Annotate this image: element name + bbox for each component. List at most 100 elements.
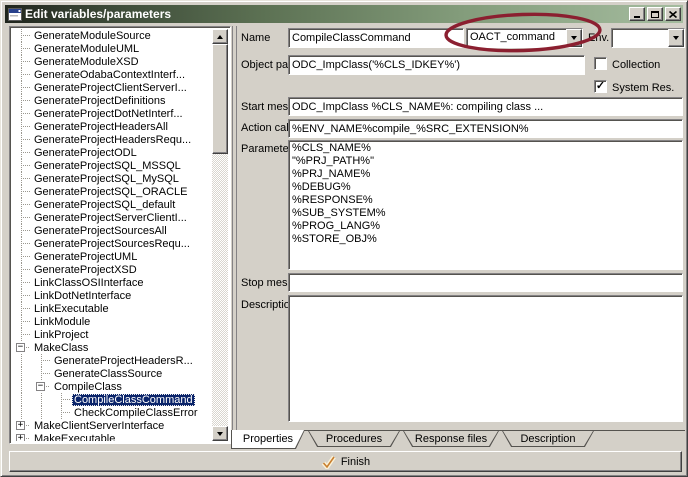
tab-properties[interactable]: Properties: [231, 430, 305, 449]
tree-item[interactable]: LinkExecutable: [12, 302, 212, 315]
description-textarea[interactable]: [288, 295, 683, 422]
tree-item[interactable]: GenerateClassSource: [12, 367, 212, 380]
tree-line: [12, 263, 32, 276]
scrollbar-thumb[interactable]: [212, 44, 228, 154]
name-label: Name: [241, 32, 270, 44]
tree-line: [12, 120, 32, 133]
tree-item-label: MakeExecutable: [32, 433, 117, 442]
tree-item-label: CompileClassCommand: [72, 394, 195, 406]
tree-item-label: GenerateProjectDotNetInterf...: [32, 108, 185, 120]
tree-item-label: MakeClientServerInterface: [32, 420, 166, 432]
tree-item[interactable]: GenerateProjectDotNetInterf...: [12, 107, 212, 120]
tree-line: [12, 406, 32, 419]
tree-line: [32, 406, 52, 419]
tree-line: [12, 302, 32, 315]
collapse-icon[interactable]: −: [16, 343, 25, 352]
tree-item-label: CompileClass: [52, 381, 124, 393]
tree-line: [12, 237, 32, 250]
tree-item[interactable]: GenerateModuleSource: [12, 29, 212, 42]
tree-line: +: [12, 432, 32, 441]
minimize-button[interactable]: [629, 7, 645, 21]
expand-icon[interactable]: +: [16, 434, 25, 441]
arrow-down-icon: [217, 432, 223, 436]
tree-line: [12, 68, 32, 81]
expand-icon[interactable]: +: [16, 421, 25, 430]
tree-scrollbar[interactable]: [212, 29, 228, 441]
tree-item[interactable]: GenerateProjectUML: [12, 250, 212, 263]
dialog-window: Edit variables/parameters GenerateModule…: [0, 0, 688, 477]
tree-line: [12, 367, 32, 380]
chevron-down-icon: [571, 36, 577, 40]
env-combo-value: [612, 29, 668, 47]
tree-item-label: GenerateProjectSQL_MySQL: [32, 173, 181, 185]
chevron-down-icon: [673, 36, 679, 40]
system-res-label: System Res.: [612, 82, 674, 94]
tree-line: [12, 42, 32, 55]
action-call-input[interactable]: [288, 119, 683, 138]
tab-procedures[interactable]: Procedures: [308, 431, 400, 447]
tree-item[interactable]: CompileClassCommand: [12, 393, 212, 406]
env-label: Env.: [588, 32, 609, 44]
tree-item[interactable]: GenerateProjectHeadersR...: [12, 354, 212, 367]
tree-item[interactable]: LinkDotNetInterface: [12, 289, 212, 302]
tree-item[interactable]: LinkProject: [12, 328, 212, 341]
tree-item[interactable]: GenerateProjectHeadersAll: [12, 120, 212, 133]
collection-checkbox[interactable]: [594, 57, 607, 70]
type-combo-dropdown-button[interactable]: [566, 29, 582, 47]
scroll-up-button[interactable]: [212, 29, 228, 44]
tree-item-label: GenerateProjectXSD: [32, 264, 139, 276]
tree-item[interactable]: GenerateProjectHeadersRequ...: [12, 133, 212, 146]
tree-item[interactable]: GenerateProjectSQL_MSSQL: [12, 159, 212, 172]
tree-item[interactable]: GenerateProjectClientServerI...: [12, 81, 212, 94]
tree-item[interactable]: −CompileClass: [12, 380, 212, 393]
tree-item[interactable]: GenerateProjectSQL_default: [12, 198, 212, 211]
system-res-checkbox[interactable]: ✓: [594, 80, 607, 93]
collapse-icon[interactable]: −: [36, 382, 45, 391]
tree-item[interactable]: GenerateProjectODL: [12, 146, 212, 159]
maximize-button[interactable]: [647, 7, 663, 21]
parameters-textarea[interactable]: [288, 140, 683, 270]
object-path-input[interactable]: [288, 55, 585, 75]
start-message-input[interactable]: [288, 97, 683, 116]
tree-item-label: GenerateProjectHeadersAll: [32, 121, 170, 133]
tree-item[interactable]: GenerateProjectSourcesRequ...: [12, 237, 212, 250]
close-button[interactable]: [665, 7, 681, 21]
tree-item-label: GenerateProjectSQL_default: [32, 199, 177, 211]
titlebar: Edit variables/parameters: [5, 5, 683, 23]
minimize-icon: [634, 16, 640, 18]
tree-item[interactable]: GenerateOdabaContextInterf...: [12, 68, 212, 81]
action-call-label: Action call: [241, 122, 291, 134]
arrow-up-icon: [217, 35, 223, 39]
tree-item[interactable]: GenerateProjectXSD: [12, 263, 212, 276]
tree-item[interactable]: GenerateProjectSQL_ORACLE: [12, 185, 212, 198]
tree-item[interactable]: LinkModule: [12, 315, 212, 328]
tree-line: [12, 81, 32, 94]
tree-item[interactable]: CheckCompileClassError: [12, 406, 212, 419]
tree-item[interactable]: + MakeClientServerInterface: [12, 419, 212, 432]
tree-item[interactable]: LinkClassOSIInterface: [12, 276, 212, 289]
tab-response-files[interactable]: Response files: [403, 431, 499, 447]
env-combo-dropdown-button[interactable]: [668, 29, 684, 47]
tree-item[interactable]: GenerateProjectServerClientI...: [12, 211, 212, 224]
tree-item[interactable]: GenerateProjectSQL_MySQL: [12, 172, 212, 185]
tree-item[interactable]: GenerateProjectDefinitions: [12, 94, 212, 107]
finish-button[interactable]: Finish: [9, 451, 682, 472]
stop-message-input[interactable]: [288, 273, 683, 292]
tree-line: [32, 354, 52, 367]
name-input[interactable]: [288, 28, 464, 48]
scroll-down-button[interactable]: [212, 426, 228, 441]
tree-item[interactable]: GenerateModuleUML: [12, 42, 212, 55]
type-combo[interactable]: OACT_command: [466, 28, 583, 48]
check-icon: [321, 455, 336, 469]
tree-item-label: CheckCompileClassError: [72, 407, 199, 419]
tab-description[interactable]: Description: [502, 431, 594, 447]
tree-item[interactable]: + MakeExecutable: [12, 432, 212, 441]
tree-item[interactable]: GenerateProjectSourcesAll: [12, 224, 212, 237]
tree-line: [32, 393, 52, 406]
tree-line: [12, 107, 32, 120]
tree-line: [12, 29, 32, 42]
tree-item[interactable]: −MakeClass: [12, 341, 212, 354]
env-combo[interactable]: [611, 28, 685, 48]
tree-item[interactable]: GenerateModuleXSD: [12, 55, 212, 68]
finish-label: Finish: [341, 456, 370, 468]
